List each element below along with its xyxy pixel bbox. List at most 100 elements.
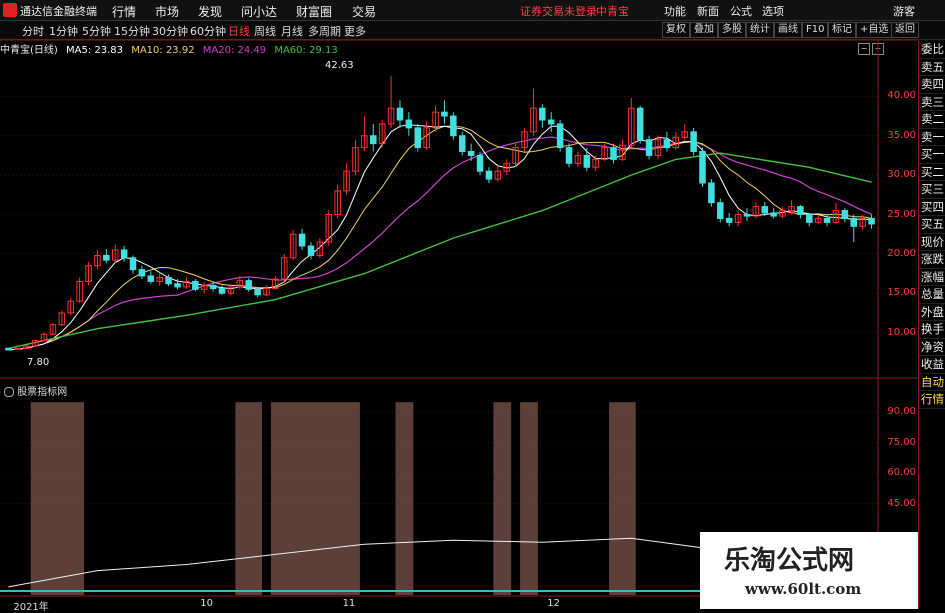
candle-body xyxy=(645,139,653,156)
candle xyxy=(725,212,733,227)
indicator-band xyxy=(270,402,360,595)
candle xyxy=(120,246,128,262)
candle-body xyxy=(547,119,555,125)
candle xyxy=(263,285,270,297)
candle xyxy=(494,165,502,182)
candle-body xyxy=(539,107,546,121)
candle xyxy=(672,131,680,150)
candle xyxy=(797,205,804,219)
candle xyxy=(512,143,519,168)
candle-body xyxy=(761,206,769,214)
side-panel-item[interactable]: 外盘 xyxy=(919,304,945,321)
side-panel-item[interactable]: 收益 xyxy=(919,356,945,374)
candle xyxy=(663,131,671,152)
candle xyxy=(94,249,101,270)
side-panel-item[interactable]: 自动 xyxy=(919,374,945,391)
side-panel-item[interactable]: 卖四 xyxy=(919,76,945,94)
candle xyxy=(298,228,306,250)
candle-body xyxy=(307,245,315,256)
candle xyxy=(245,278,252,292)
candle-body xyxy=(174,283,181,288)
candle-body xyxy=(806,214,813,223)
candle xyxy=(67,297,74,316)
price-tick-label: 30.00 xyxy=(887,169,916,181)
side-panel-item[interactable]: 现价 xyxy=(919,234,945,251)
candle xyxy=(574,151,582,168)
candle-body xyxy=(254,288,261,296)
candle-body xyxy=(797,206,804,215)
indicator-settings-icon[interactable] xyxy=(4,387,14,397)
candle-body xyxy=(476,154,484,172)
side-panel-item[interactable]: 卖五 xyxy=(919,59,945,76)
side-panel-item[interactable]: 涨跌 xyxy=(919,251,945,269)
price-tick-label: 15.00 xyxy=(887,287,916,299)
candle xyxy=(58,310,66,327)
side-panel-item[interactable]: 委比 xyxy=(919,41,945,59)
candle xyxy=(334,184,341,219)
quote-side-panel: 委比 卖五 卖四 卖三 卖二 卖一 买一 买二 买三 买四 买五 现价 涨跌 涨幅 总量 外盘 换手 净资 收益 自动… xyxy=(918,41,945,609)
candle-body xyxy=(485,170,493,180)
candle xyxy=(200,282,208,294)
high-annotation: 42.63 xyxy=(325,60,354,71)
indicator-tick-label: 45.00 xyxy=(887,497,916,509)
side-panel-item[interactable]: 买五 xyxy=(919,216,945,234)
candle-body xyxy=(450,115,457,137)
candle-body xyxy=(147,275,155,282)
candle-body xyxy=(868,217,875,225)
watermark-title: 乐淘公式网 xyxy=(724,546,855,576)
candle xyxy=(556,120,564,152)
price-tick-label: 20.00 xyxy=(887,247,916,259)
price-tick-label: 10.00 xyxy=(887,326,916,338)
candle xyxy=(734,210,742,227)
candle xyxy=(841,208,849,223)
side-panel-item[interactable]: 行情 xyxy=(919,391,945,409)
candle xyxy=(405,112,413,136)
side-panel-item[interactable]: 换手 xyxy=(919,321,945,339)
side-panel-item[interactable]: 总量 xyxy=(919,286,945,304)
candle xyxy=(414,123,422,152)
candle xyxy=(76,277,83,303)
side-panel-item[interactable]: 卖二 xyxy=(919,111,945,129)
candle xyxy=(628,97,635,148)
candle xyxy=(316,238,324,258)
candle-body xyxy=(370,135,377,145)
candle xyxy=(441,100,448,124)
indicator-band xyxy=(235,402,263,595)
candle xyxy=(770,208,777,219)
side-panel-item[interactable]: 买三 xyxy=(919,181,945,199)
side-panel-item[interactable]: 卖一 xyxy=(919,129,945,146)
candle xyxy=(458,131,466,156)
candle xyxy=(610,143,617,164)
indicator-tick-label: 75.00 xyxy=(887,436,916,448)
candle xyxy=(592,155,599,172)
candle xyxy=(370,123,377,152)
candle-body xyxy=(556,123,564,149)
date-tick-label: 12 xyxy=(547,598,560,609)
side-panel-item[interactable]: 买一 xyxy=(919,146,945,164)
candle xyxy=(814,214,822,224)
candle xyxy=(539,104,546,128)
candle xyxy=(547,112,555,132)
side-panel-item[interactable]: 买四 xyxy=(919,199,945,216)
side-panel-item[interactable]: 涨幅 xyxy=(919,269,945,286)
candle xyxy=(343,163,350,195)
candle-body xyxy=(458,135,466,152)
candle-body xyxy=(14,347,21,350)
candle xyxy=(681,123,688,140)
candle xyxy=(699,147,706,187)
candle-body xyxy=(165,277,172,285)
side-panel-item[interactable]: 净资 xyxy=(919,339,945,356)
candle-body xyxy=(708,182,715,204)
candle-body xyxy=(396,107,404,121)
side-panel-item[interactable]: 买二 xyxy=(919,164,945,181)
candle-body xyxy=(298,233,306,247)
ma5-line xyxy=(8,124,872,351)
side-panel-item[interactable]: 卖三 xyxy=(919,94,945,111)
candle xyxy=(129,255,137,274)
candlestick-chart[interactable] xyxy=(0,0,918,609)
candle xyxy=(832,202,840,224)
candle xyxy=(5,347,12,351)
candle-body xyxy=(725,217,733,223)
ma60-line xyxy=(8,152,872,350)
candle-body xyxy=(120,249,128,259)
